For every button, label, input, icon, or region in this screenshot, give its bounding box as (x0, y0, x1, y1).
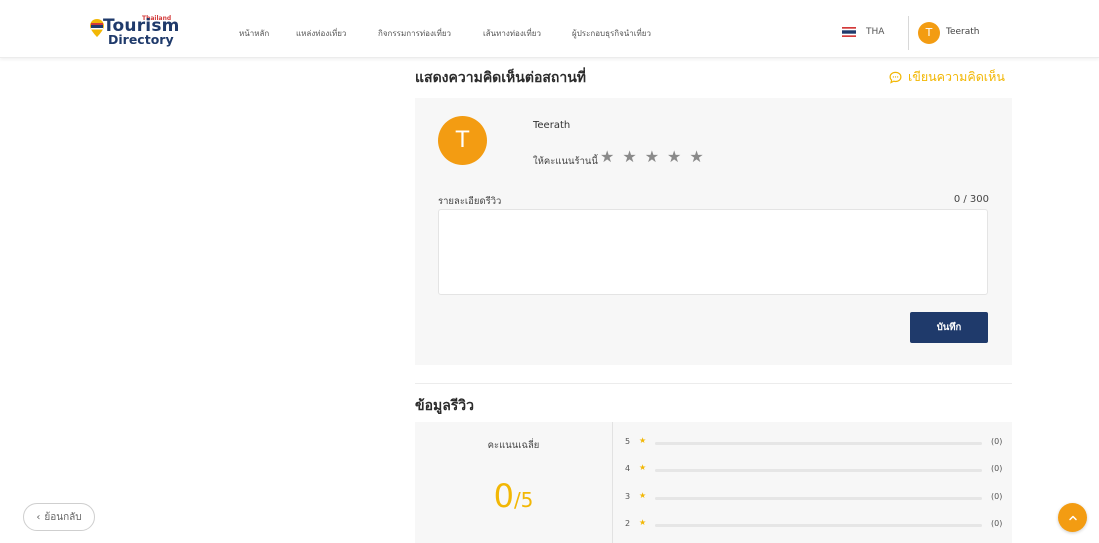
rating-row-5: 5 ★ (0) (625, 436, 1005, 449)
review-form-card: T Teerath ให้คะแนนร้านนี้ ★ ★ ★ ★ ★ รายล… (415, 98, 1012, 365)
rate-label: ให้คะแนนร้านนี้ (533, 156, 598, 167)
star-rating-input: ★ ★ ★ ★ ★ (600, 149, 704, 167)
average-score-max: /5 (513, 488, 534, 512)
rating-row-2: 2 ★ (0) (625, 518, 1005, 531)
rating-row-count: (0) (991, 437, 1003, 446)
average-score: 0/5 (415, 477, 612, 515)
review-info-title: ข้อมูลรีวิว (415, 398, 475, 414)
nav-home[interactable]: หน้าหลัก (239, 27, 269, 40)
rating-bar (655, 469, 982, 472)
nav-routes[interactable]: เส้นทางท่องเที่ยว (483, 27, 541, 40)
rating-row-count: (0) (991, 492, 1003, 501)
nav-attractions[interactable]: แหล่งท่องเที่ยว (296, 27, 346, 40)
section-divider (415, 383, 1012, 384)
nav-tour-operators[interactable]: ผู้ประกอบธุรกิจนำเที่ยว (572, 27, 651, 40)
back-button[interactable]: ‹ ย้อนกลับ (23, 503, 95, 531)
stats-divider (612, 422, 613, 543)
review-textarea[interactable] (438, 209, 988, 295)
star-icon: ★ (639, 436, 647, 445)
header-divider (908, 16, 909, 50)
language-selector[interactable]: THA (866, 27, 884, 37)
star-icon-3[interactable]: ★ (645, 149, 659, 167)
char-counter: 0 / 300 (953, 194, 989, 205)
site-logo[interactable]: Thailand Tourism Directory (90, 15, 179, 49)
star-icon: ★ (639, 491, 647, 500)
user-name[interactable]: Teerath (946, 27, 980, 37)
rating-row-3: 3 ★ (0) (625, 491, 1005, 504)
average-score-label: คะแนนเฉลี่ย (487, 440, 540, 451)
back-label: ย้อนกลับ (44, 511, 82, 523)
thai-flag-icon[interactable] (842, 27, 856, 37)
rating-bar (655, 524, 982, 527)
rating-bar (655, 442, 982, 445)
review-detail-label: รายละเอียดรีวิว (438, 196, 502, 207)
rating-row-count: (0) (991, 464, 1003, 473)
rating-row-stars: 3 (625, 492, 631, 501)
average-score-value: 0 (493, 477, 514, 515)
write-comment-link[interactable]: เขียนความคิดเห็น (889, 67, 1005, 87)
star-icon-4[interactable]: ★ (667, 149, 681, 167)
rating-row-count: (0) (991, 519, 1003, 528)
review-stats-panel: คะแนนเฉลี่ย 0/5 5 ★ (0) 4 ★ (0) 3 ★ (0) … (415, 422, 1012, 543)
star-icon-1[interactable]: ★ (600, 149, 614, 167)
chevron-up-icon (1068, 515, 1077, 520)
scroll-to-top-button[interactable] (1058, 503, 1087, 532)
rating-row-4: 4 ★ (0) (625, 463, 1005, 476)
chevron-left-icon: ‹ (36, 511, 41, 523)
top-navbar: Thailand Tourism Directory หน้าหลัก แหล่… (0, 0, 1099, 58)
comment-section-title: แสดงความคิดเห็นต่อสถานที่ (415, 70, 587, 86)
rating-row-stars: 2 (625, 519, 631, 528)
reviewer-name: Teerath (533, 120, 571, 131)
save-button[interactable]: บันทึก (910, 312, 988, 343)
star-icon-2[interactable]: ★ (622, 149, 636, 167)
star-icon-5[interactable]: ★ (689, 149, 703, 167)
star-icon: ★ (639, 463, 647, 472)
write-comment-label: เขียนความคิดเห็น (908, 69, 1005, 84)
chat-bubble-icon (889, 71, 902, 84)
logo-directory-text: Directory (108, 32, 174, 47)
rating-row-stars: 5 (625, 437, 631, 446)
rating-row-stars: 4 (625, 464, 631, 473)
map-pin-icon (90, 19, 104, 37)
nav-activities[interactable]: กิจกรรมการท่องเที่ยว (378, 27, 451, 40)
reviewer-avatar: T (438, 116, 487, 165)
rating-bar (655, 497, 982, 500)
star-icon: ★ (639, 518, 647, 527)
user-avatar[interactable]: T (918, 22, 940, 44)
